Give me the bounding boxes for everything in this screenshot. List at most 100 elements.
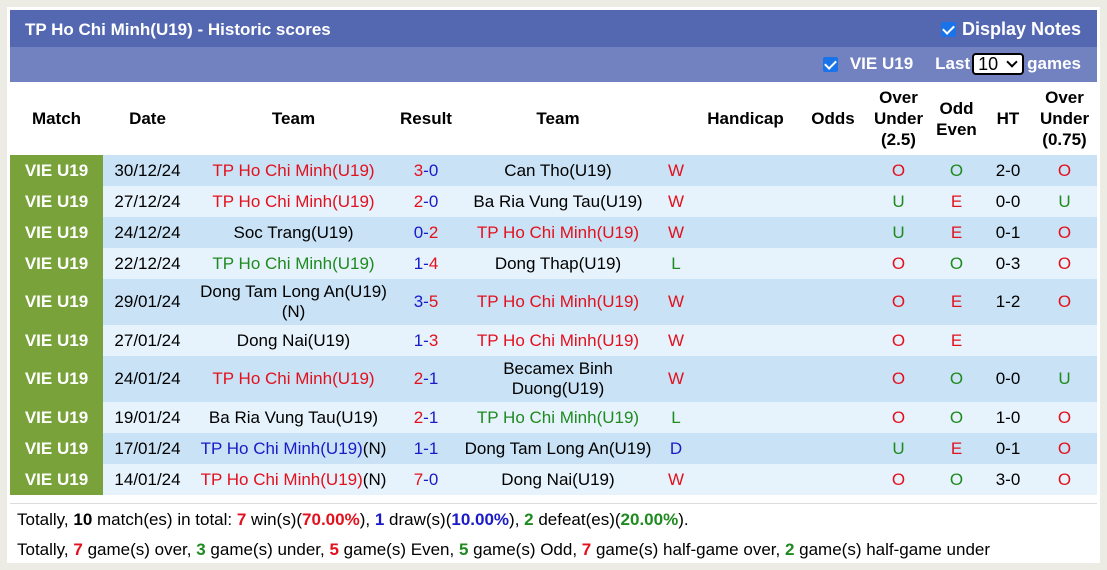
home-team-name[interactable]: TP Ho Chi Minh(U19) — [201, 439, 363, 458]
league-cell[interactable]: VIE U19 — [10, 356, 103, 402]
summary-text: ). — [678, 510, 689, 529]
score-cell[interactable]: 0-2 — [395, 217, 457, 248]
home-team-name[interactable]: TP Ho Chi Minh(U19) — [212, 161, 374, 180]
home-team-cell[interactable]: Dong Nai(U19) — [192, 325, 395, 356]
away-team-name[interactable]: TP Ho Chi Minh(U19) — [477, 223, 639, 242]
home-team-name[interactable]: TP Ho Chi Minh(U19) — [212, 369, 374, 388]
home-team-cell[interactable]: Soc Trang(U19) — [192, 217, 395, 248]
score-cell[interactable]: 3-5 — [395, 279, 457, 325]
score-cell[interactable]: 3-0 — [395, 155, 457, 186]
wld-cell: L — [659, 248, 693, 279]
score-cell[interactable]: 1-3 — [395, 325, 457, 356]
display-notes-checkbox[interactable] — [940, 22, 956, 37]
col-over-under-l2: Under — [873, 109, 924, 128]
ht-cell: 0-1 — [984, 217, 1032, 248]
col-odds: Odds — [811, 109, 855, 128]
col-handicap: Handicap — [707, 109, 784, 128]
away-team-cell[interactable]: Becamex Binh Duong(U19) — [457, 356, 659, 402]
league-cell[interactable]: VIE U19 — [10, 248, 103, 279]
home-team-name[interactable]: TP Ho Chi Minh(U19) — [212, 254, 374, 273]
score-cell[interactable]: 1-4 — [395, 248, 457, 279]
date-cell: 30/12/24 — [103, 155, 192, 186]
away-team-cell[interactable]: TP Ho Chi Minh(U19) — [457, 217, 659, 248]
col-match: Match — [31, 109, 82, 128]
home-team-cell[interactable]: TP Ho Chi Minh(U19) — [192, 248, 395, 279]
home-team-name[interactable]: TP Ho Chi Minh(U19) — [212, 192, 374, 211]
summary-results: Totally, 10 match(es) in total: 7 win(s)… — [17, 510, 689, 530]
away-team-name[interactable]: TP Ho Chi Minh(U19) — [477, 408, 639, 427]
away-team-name[interactable]: Can Tho(U19) — [504, 161, 611, 180]
over-under-075-cell: U — [1032, 356, 1097, 402]
wld-cell: D — [659, 433, 693, 464]
away-team-name[interactable]: Dong Tam Long An(U19) — [465, 439, 652, 458]
away-team-cell[interactable]: TP Ho Chi Minh(U19) — [457, 402, 659, 433]
home-team-name[interactable]: TP Ho Chi Minh(U19) — [201, 470, 363, 489]
away-team-cell[interactable]: Can Tho(U19) — [457, 155, 659, 186]
table-row: VIE U19 19/01/24 Ba Ria Vung Tau(U19) 2-1 TP… — [10, 402, 1097, 433]
score-cell[interactable]: 1-1 — [395, 433, 457, 464]
divider — [10, 503, 1097, 504]
away-team-name[interactable]: Becamex Binh Duong(U19) — [503, 359, 613, 398]
home-score: 2 — [413, 191, 424, 211]
away-score: 3 — [428, 330, 439, 350]
league-cell[interactable]: VIE U19 — [10, 464, 103, 495]
away-team-name[interactable]: Ba Ria Vung Tau(U19) — [473, 192, 642, 211]
home-team-cell[interactable]: TP Ho Chi Minh(U19) — [192, 186, 395, 217]
col-odd-even-l1: Odd — [939, 98, 974, 118]
away-team-cell[interactable]: TP Ho Chi Minh(U19) — [457, 279, 659, 325]
summary-value: 1 — [374, 510, 385, 529]
league-cell[interactable]: VIE U19 — [10, 186, 103, 217]
over-under-cell: O — [868, 356, 929, 402]
away-team-cell[interactable]: TP Ho Chi Minh(U19) — [457, 325, 659, 356]
home-team-name[interactable]: Ba Ria Vung Tau(U19) — [209, 408, 378, 427]
home-team-cell[interactable]: TP Ho Chi Minh(U19)(N) — [192, 433, 395, 464]
away-team-name[interactable]: TP Ho Chi Minh(U19) — [477, 331, 639, 350]
league-cell[interactable]: VIE U19 — [10, 402, 103, 433]
score-cell[interactable]: 2-1 — [395, 356, 457, 402]
over-under-cell: U — [868, 433, 929, 464]
score-cell[interactable]: 2-1 — [395, 402, 457, 433]
home-team-name[interactable]: Dong Tam Long An(U19)(N) — [200, 282, 387, 321]
neutral-marker: (N) — [362, 438, 387, 458]
league-filter-checkbox[interactable] — [822, 56, 838, 72]
league-cell[interactable]: VIE U19 — [10, 279, 103, 325]
handicap-cell — [693, 279, 798, 325]
away-team-cell[interactable]: Dong Tam Long An(U19) — [457, 433, 659, 464]
summary-text: game(s) Odd, — [468, 540, 582, 559]
league-cell[interactable]: VIE U19 — [10, 155, 103, 186]
league-cell[interactable]: VIE U19 — [10, 433, 103, 464]
home-team-name[interactable]: Dong Nai(U19) — [237, 331, 350, 350]
wld-cell: W — [659, 155, 693, 186]
ht-cell: 3-0 — [984, 464, 1032, 495]
over-under-075-cell — [1032, 325, 1097, 356]
display-notes-label: Display Notes — [961, 19, 1081, 39]
date-cell: 27/01/24 — [103, 325, 192, 356]
away-team-name[interactable]: Dong Thap(U19) — [495, 254, 621, 273]
away-team-name[interactable]: Dong Nai(U19) — [501, 470, 614, 489]
away-team-cell[interactable]: Ba Ria Vung Tau(U19) — [457, 186, 659, 217]
league-cell[interactable]: VIE U19 — [10, 217, 103, 248]
summary-text: win(s)( — [246, 510, 303, 529]
home-team-name[interactable]: Soc Trang(U19) — [234, 223, 354, 242]
home-team-cell[interactable]: TP Ho Chi Minh(U19)(N) — [192, 464, 395, 495]
score-cell[interactable]: 2-0 — [395, 186, 457, 217]
score-cell[interactable]: 7-0 — [395, 464, 457, 495]
display-notes-toggle[interactable]: Display Notes — [940, 19, 1081, 40]
ht-cell: 1-2 — [984, 279, 1032, 325]
games-label: games — [1027, 54, 1081, 73]
col-over-under-l3: (2.5) — [881, 130, 916, 149]
odd-even-cell: E — [929, 325, 984, 356]
away-team-name[interactable]: TP Ho Chi Minh(U19) — [477, 292, 639, 311]
away-score: 0 — [428, 469, 439, 489]
league-cell[interactable]: VIE U19 — [10, 325, 103, 356]
home-team-cell[interactable]: TP Ho Chi Minh(U19) — [192, 356, 395, 402]
home-team-cell[interactable]: TP Ho Chi Minh(U19) — [192, 155, 395, 186]
home-team-cell[interactable]: Dong Tam Long An(U19)(N) — [192, 279, 395, 325]
away-team-cell[interactable]: Dong Nai(U19) — [457, 464, 659, 495]
home-team-cell[interactable]: Ba Ria Vung Tau(U19) — [192, 402, 395, 433]
odds-cell — [798, 433, 868, 464]
over-under-cell: U — [868, 186, 929, 217]
away-team-cell[interactable]: Dong Thap(U19) — [457, 248, 659, 279]
games-count-select[interactable]: 10 — [972, 53, 1025, 75]
away-score: 5 — [428, 292, 439, 311]
